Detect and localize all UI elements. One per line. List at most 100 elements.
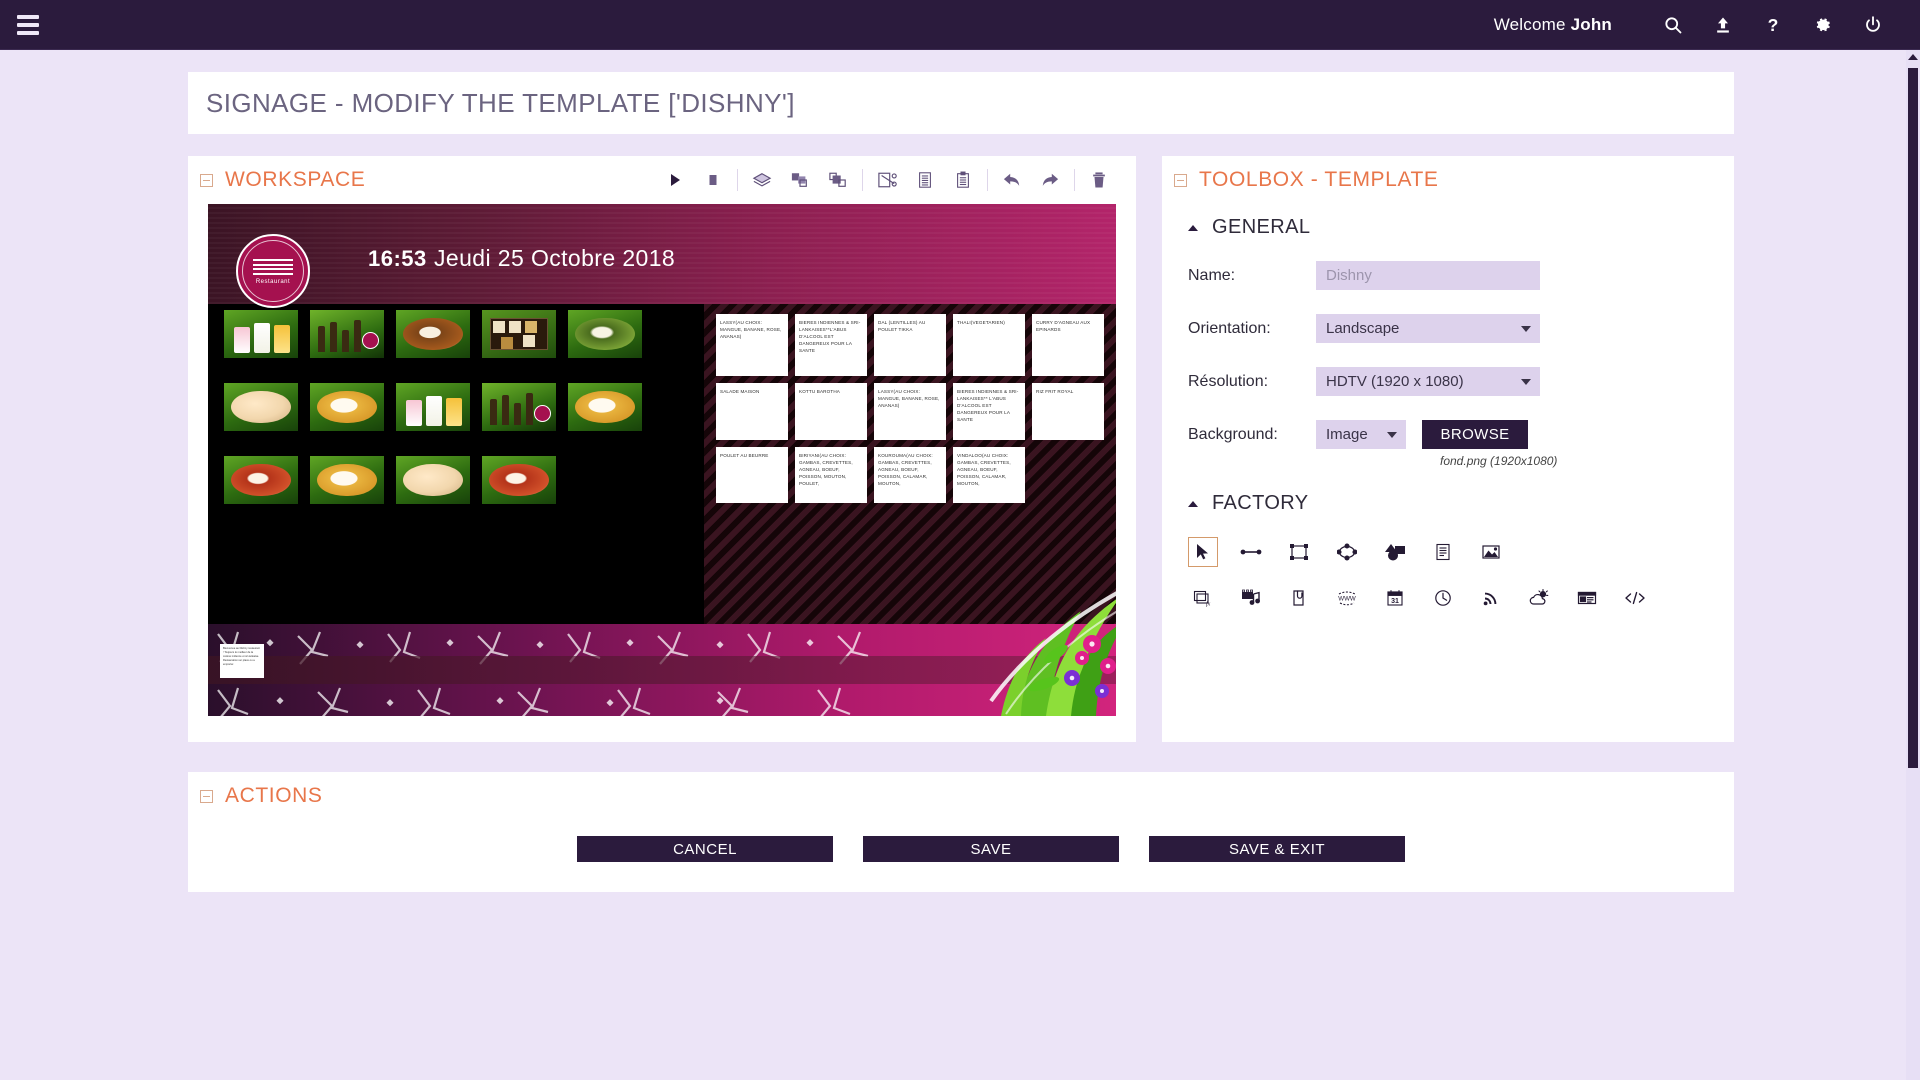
name-input[interactable]: Dishny xyxy=(1316,261,1540,290)
ellipse-tool[interactable] xyxy=(1332,537,1362,567)
drinks-lassi-thumb-2[interactable] xyxy=(396,383,470,431)
background-row: Background: Image BROWSE fond.png (1920x… xyxy=(1188,420,1712,468)
bring-forward-button[interactable] xyxy=(781,160,819,200)
stop-button[interactable] xyxy=(694,160,732,200)
menu-textbox[interactable]: BIERES INDIENNES & SRI-LANKAISES**L'ABUS… xyxy=(795,314,867,376)
scrollbar-thumb[interactable] xyxy=(1908,68,1918,768)
play-button[interactable] xyxy=(656,160,694,200)
menu-textbox[interactable]: LASSY(AU CHOIX: MANGUE, BANANE, ROSE, AN… xyxy=(716,314,788,376)
menu-textbox[interactable]: THALI(VEGETARIEN) xyxy=(953,314,1025,376)
actions-button-group: CANCEL SAVE SAVE & EXIT xyxy=(188,836,1734,862)
weather-tool[interactable] xyxy=(1524,583,1554,613)
redo-button[interactable] xyxy=(1031,160,1069,200)
rss-feed-tool[interactable] xyxy=(1476,583,1506,613)
kottu-plate-thumb[interactable] xyxy=(310,383,384,431)
canvas-date-widget[interactable]: Jeudi 25 Octobre 2018 xyxy=(434,245,675,272)
resolution-label: Résolution: xyxy=(1188,372,1269,390)
menu-textbox[interactable]: BIRIYANI(AU CHOIX: GAMBAS, CREVETTES, AG… xyxy=(795,447,867,503)
power-icon[interactable] xyxy=(1848,0,1898,50)
layers-button[interactable] xyxy=(743,160,781,200)
slideshow-fx-tool[interactable]: fx xyxy=(1188,583,1218,613)
toolbar-separator-1 xyxy=(737,169,738,191)
background-type-value: Image xyxy=(1326,426,1368,443)
menu-textbox[interactable]: KOUROUMA(AU CHOIX: GAMBAS, CREVETTES, AG… xyxy=(874,447,946,503)
help-icon[interactable]: ? xyxy=(1748,0,1798,50)
canvas-text-widget[interactable]: Bienvenue au Dishny restaurant ! Toujour… xyxy=(220,644,264,678)
hamburger-menu-icon[interactable] xyxy=(0,0,56,50)
thumbnail-row xyxy=(224,383,694,431)
scroll-up-arrow-icon[interactable] xyxy=(1908,54,1918,60)
web-www-tool[interactable]: WWW xyxy=(1332,583,1362,613)
page-title: SIGNAGE - MODIFY THE TEMPLATE ['DISHNY'] xyxy=(206,87,795,118)
copy-button[interactable] xyxy=(906,160,944,200)
calendar-tool[interactable]: 31 xyxy=(1380,583,1410,613)
menu-textbox[interactable]: SALADE MAISON xyxy=(716,383,788,440)
resolution-select[interactable]: HDTV (1920 x 1080) xyxy=(1316,367,1540,396)
factory-tool-row xyxy=(1188,537,1712,567)
cancel-button[interactable]: CANCEL xyxy=(577,836,833,862)
chevron-up-icon[interactable] xyxy=(1188,500,1198,507)
clock-tool[interactable] xyxy=(1428,583,1458,613)
search-icon[interactable] xyxy=(1648,0,1698,50)
delete-button[interactable] xyxy=(1080,160,1118,200)
select-cursor-tool[interactable] xyxy=(1188,537,1218,567)
actions-collapse-icon[interactable] xyxy=(200,789,213,803)
vindaloo-plate-thumb[interactable] xyxy=(482,456,556,504)
canvas-clock-widget[interactable]: 16:53 xyxy=(368,246,427,272)
page-scrollbar[interactable] xyxy=(1906,50,1920,1080)
menu-textbox[interactable]: DAL (LENTILLES) AU POULET TIKKA xyxy=(874,314,946,376)
ticker-tool[interactable] xyxy=(1572,583,1602,613)
rectangle-tool[interactable] xyxy=(1284,537,1314,567)
video-music-tool[interactable] xyxy=(1236,583,1266,613)
canvas-food-thumbnail-grid xyxy=(224,310,694,529)
menu-textbox[interactable]: POULET AU BEURRE xyxy=(716,447,788,503)
cut-button[interactable] xyxy=(868,160,906,200)
workspace-collapse-icon[interactable] xyxy=(200,173,213,187)
green-curry-thumb[interactable] xyxy=(568,310,642,358)
menu-textbox[interactable]: VINDALOO(AU CHOIX: GAMBAS, CREVETTES, AG… xyxy=(953,447,1025,503)
royal-rice-thumb[interactable] xyxy=(568,383,642,431)
html-code-tool[interactable] xyxy=(1620,583,1650,613)
line-tool[interactable] xyxy=(1236,537,1266,567)
thali-tray-thumb[interactable] xyxy=(482,310,556,358)
menu-textbox[interactable]: BIERES INDIENNES & SRI-LANKAISES** L'ABU… xyxy=(953,383,1025,440)
welcome-username: John xyxy=(1570,14,1612,34)
send-backward-button[interactable] xyxy=(819,160,857,200)
menu-textbox[interactable]: CURRY D'AGNEAU AUX EPINARDS xyxy=(1032,314,1104,376)
tandoori-plate-thumb[interactable] xyxy=(224,456,298,504)
beer-bottles-thumb-2[interactable] xyxy=(482,383,556,431)
template-preview-canvas[interactable]: Restaurant 16:53 Jeudi 25 Octobre 2018 L… xyxy=(208,204,1116,716)
background-type-select[interactable]: Image xyxy=(1316,420,1406,449)
welcome-prefix: Welcome xyxy=(1493,14,1571,34)
menu-textbox[interactable]: KOTTU BAROTHA xyxy=(795,383,867,440)
dal-bowls-thumb[interactable] xyxy=(396,456,470,504)
toolbox-collapse-icon[interactable] xyxy=(1174,173,1187,187)
biriyani-plate-thumb[interactable] xyxy=(396,310,470,358)
orientation-select[interactable]: Landscape xyxy=(1316,314,1540,343)
upload-icon[interactable] xyxy=(1698,0,1748,50)
drinks-lassi-thumb[interactable] xyxy=(224,310,298,358)
kouruma-plate-thumb[interactable] xyxy=(310,456,384,504)
chevron-down-icon xyxy=(1387,431,1397,438)
salad-plate-thumb[interactable] xyxy=(224,383,298,431)
general-section-header: GENERAL xyxy=(1188,216,1712,239)
undo-button[interactable] xyxy=(993,160,1031,200)
menu-row: SALADE MAISON KOTTU BAROTHA LASSY(AU CHO… xyxy=(716,383,1108,440)
image-tool[interactable] xyxy=(1476,537,1506,567)
paste-button[interactable] xyxy=(944,160,982,200)
settings-gear-icon[interactable] xyxy=(1798,0,1848,50)
shapes-tool[interactable] xyxy=(1380,537,1410,567)
save-button[interactable]: SAVE xyxy=(863,836,1119,862)
menu-textbox[interactable]: LASSY(AU CHOIX: MANGUE, BANANE, ROSE, AN… xyxy=(874,383,946,440)
chevron-up-icon[interactable] xyxy=(1188,224,1198,231)
menu-textbox[interactable]: RIZ FRIT ROYAL xyxy=(1032,383,1104,440)
text-tool[interactable] xyxy=(1428,537,1458,567)
name-label: Name: xyxy=(1188,266,1236,284)
save-and-exit-button[interactable]: SAVE & EXIT xyxy=(1149,836,1405,862)
attachment-tool[interactable] xyxy=(1284,583,1314,613)
orientation-label: Orientation: xyxy=(1188,319,1271,337)
chevron-down-icon xyxy=(1521,325,1531,332)
beer-bottles-thumb[interactable] xyxy=(310,310,384,358)
browse-button[interactable]: BROWSE xyxy=(1422,420,1528,449)
toolbar-separator-4 xyxy=(1074,169,1075,191)
